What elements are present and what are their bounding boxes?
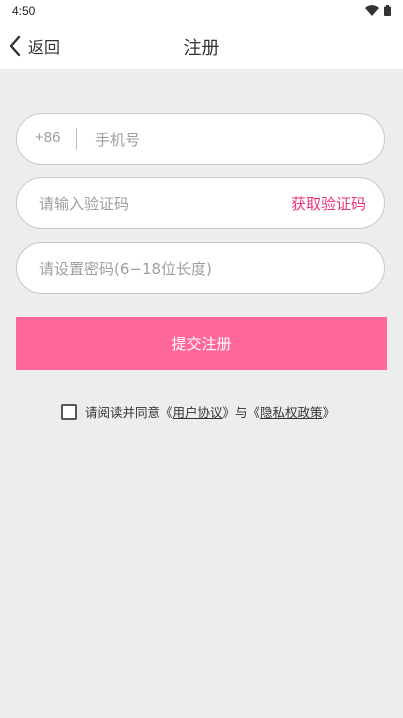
get-code-button[interactable]: 获取验证码 bbox=[291, 193, 366, 214]
agreement-suffix: 》 bbox=[322, 405, 336, 420]
agreement-row: 请阅读并同意《 用户协议 》与《 隐私权政策 》 bbox=[61, 402, 335, 421]
verification-code-input[interactable] bbox=[37, 178, 281, 230]
battery-icon bbox=[384, 5, 391, 16]
agreement-checkbox[interactable] bbox=[61, 403, 77, 420]
header: 返回 注册 bbox=[0, 22, 403, 69]
verification-code-field: 获取验证码 bbox=[16, 177, 385, 230]
country-code-divider bbox=[76, 128, 77, 150]
password-field bbox=[16, 242, 385, 295]
submit-register-button[interactable]: 提交注册 bbox=[16, 317, 387, 370]
country-code[interactable]: +86 bbox=[35, 129, 60, 146]
status-icons bbox=[365, 5, 391, 16]
status-time: 4:50 bbox=[12, 4, 36, 18]
phone-field: +86 bbox=[16, 113, 385, 166]
password-input[interactable] bbox=[37, 243, 371, 295]
user-agreement-link[interactable]: 用户协议 bbox=[173, 402, 223, 421]
phone-input[interactable] bbox=[93, 114, 367, 166]
privacy-policy-link[interactable]: 隐私权政策 bbox=[260, 402, 323, 421]
wifi-icon bbox=[365, 5, 379, 16]
agreement-middle: 》与《 bbox=[222, 405, 261, 420]
page-title: 注册 bbox=[183, 38, 220, 59]
status-bar: 4:50 bbox=[0, 0, 403, 22]
agreement-prefix: 请阅读并同意《 bbox=[85, 405, 173, 420]
